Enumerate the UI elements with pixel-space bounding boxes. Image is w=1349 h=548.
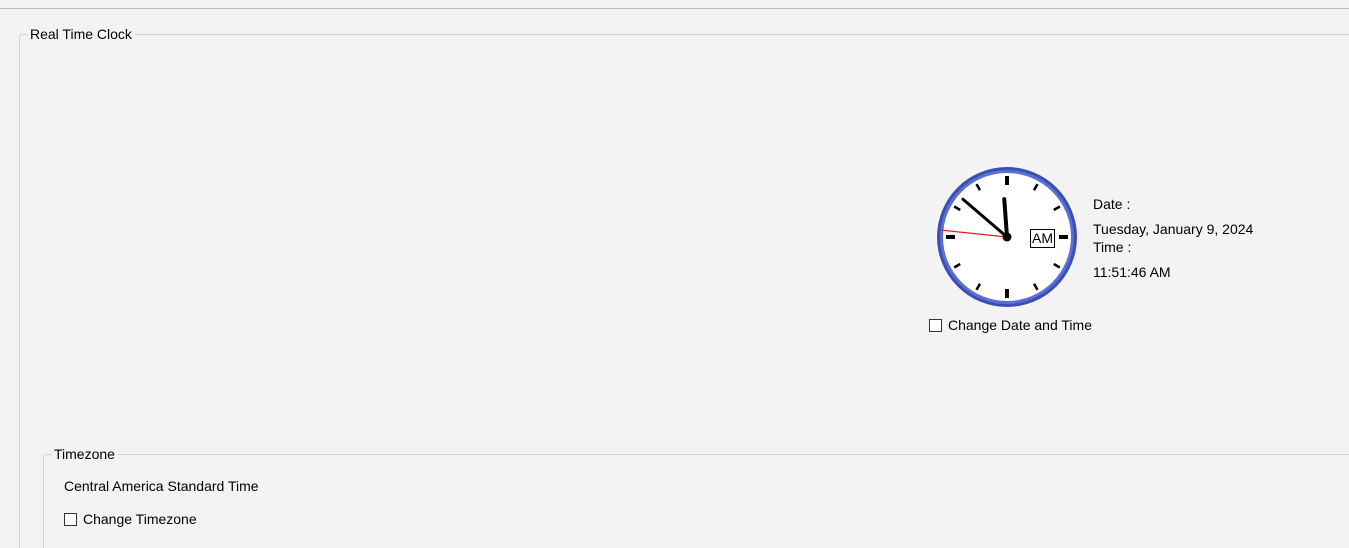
change-date-time-label[interactable]: Change Date and Time [948, 317, 1092, 333]
analog-clock [937, 167, 1077, 307]
current-timezone: Central America Standard Time [64, 478, 259, 494]
real-time-clock-group-title: Real Time Clock [28, 26, 135, 42]
clock-center [1002, 232, 1012, 242]
meridiem-indicator: AM [1030, 229, 1055, 248]
settings-panel: Real Time Clock AM Date : Tuesday, Janua… [0, 0, 1349, 548]
time-value: 11:51:46 AM [1093, 264, 1171, 280]
change-timezone-option[interactable]: Change Timezone [64, 511, 197, 527]
date-value: Tuesday, January 9, 2024 [1093, 221, 1254, 237]
change-timezone-checkbox[interactable] [64, 512, 77, 526]
date-label: Date : [1093, 196, 1131, 212]
timezone-group [43, 454, 1349, 548]
time-label: Time : [1093, 239, 1132, 255]
hour-hand [1002, 197, 1009, 239]
top-divider [0, 8, 1349, 9]
change-timezone-label[interactable]: Change Timezone [83, 511, 197, 527]
change-date-time-option[interactable]: Change Date and Time [929, 317, 1092, 333]
timezone-group-title: Timezone [52, 446, 118, 462]
change-date-time-checkbox[interactable] [929, 318, 942, 332]
